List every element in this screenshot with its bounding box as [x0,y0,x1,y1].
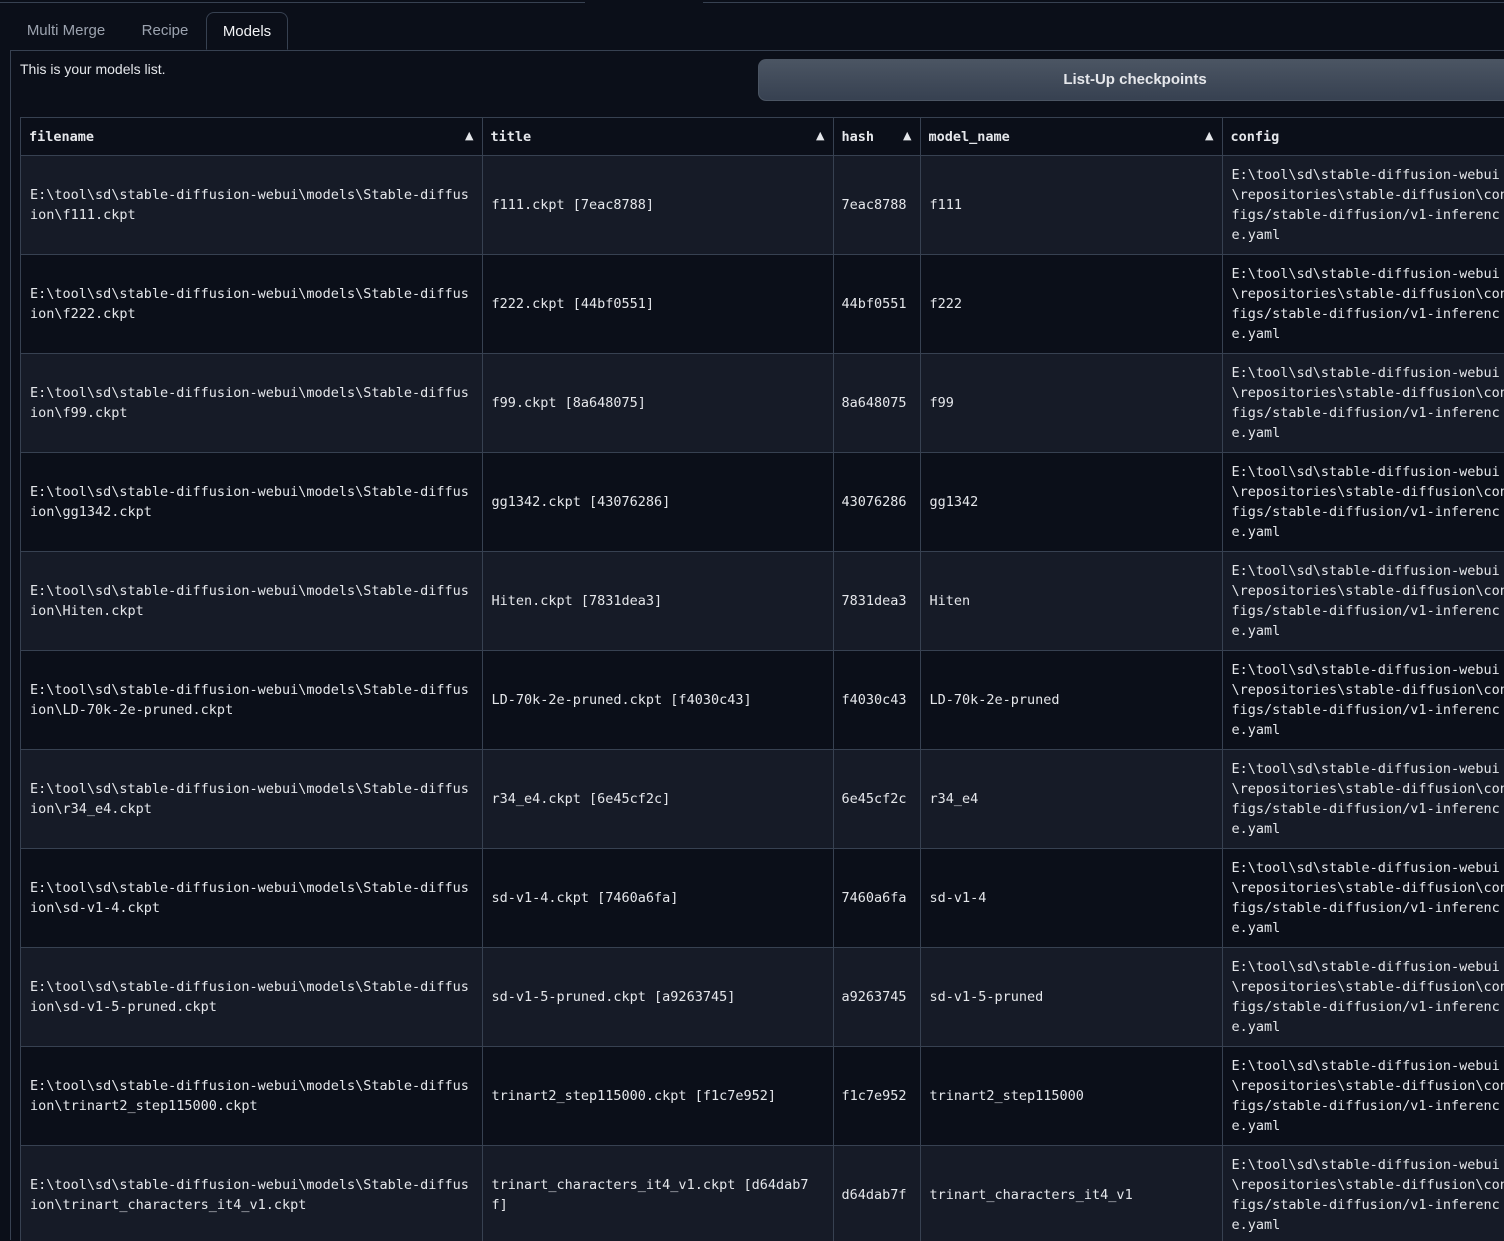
cell-config[interactable]: E:\tool\sd\stable-diffusion-webui\reposi… [1222,750,1504,849]
cell-filename[interactable]: E:\tool\sd\stable-diffusion-webui\models… [21,354,482,453]
cell-hash[interactable]: 7460a6fa [833,849,920,948]
cell-hash[interactable]: 44bf0551 [833,255,920,354]
column-header-label: title [491,129,532,145]
sort-ascending-icon: ▲ [903,129,911,142]
cell-filename[interactable]: E:\tool\sd\stable-diffusion-webui\models… [21,1146,482,1241]
cell-config[interactable]: E:\tool\sd\stable-diffusion-webui\reposi… [1222,255,1504,354]
cell-hash[interactable]: f4030c43 [833,651,920,750]
cell-title[interactable]: r34_e4.ckpt [6e45cf2c] [482,750,833,849]
table-row: E:\tool\sd\stable-diffusion-webui\models… [21,1146,1504,1241]
cell-hash[interactable]: a9263745 [833,948,920,1047]
cell-title[interactable]: LD-70k-2e-pruned.ckpt [f4030c43] [482,651,833,750]
cell-config[interactable]: E:\tool\sd\stable-diffusion-webui\reposi… [1222,948,1504,1047]
cell-model-name[interactable]: sd-v1-5-pruned [920,948,1222,1047]
column-header-title[interactable]: title ▲ [482,118,833,156]
cell-config[interactable]: E:\tool\sd\stable-diffusion-webui\reposi… [1222,1146,1504,1241]
table-row: E:\tool\sd\stable-diffusion-webui\models… [21,948,1504,1047]
cell-model-name[interactable]: gg1342 [920,453,1222,552]
cell-hash[interactable]: 8a648075 [833,354,920,453]
column-header-label: hash [842,129,875,145]
cell-filename[interactable]: E:\tool\sd\stable-diffusion-webui\models… [21,552,482,651]
cell-hash[interactable]: f1c7e952 [833,1047,920,1146]
cell-title[interactable]: sd-v1-5-pruned.ckpt [a9263745] [482,948,833,1047]
cell-model-name[interactable]: Hiten [920,552,1222,651]
top-divider-left [0,2,585,3]
cell-hash[interactable]: 6e45cf2c [833,750,920,849]
sort-ascending-icon: ▲ [1205,129,1213,142]
cell-config[interactable]: E:\tool\sd\stable-diffusion-webui\reposi… [1222,651,1504,750]
tab-bar: Multi Merge Recipe Models [10,12,1504,51]
column-header-hash[interactable]: hash ▲ [833,118,920,156]
cell-title[interactable]: trinart_characters_it4_v1.ckpt [d64dab7f… [482,1146,833,1241]
table-row: E:\tool\sd\stable-diffusion-webui\models… [21,1047,1504,1146]
cell-title[interactable]: f99.ckpt [8a648075] [482,354,833,453]
cell-config[interactable]: E:\tool\sd\stable-diffusion-webui\reposi… [1222,552,1504,651]
table-row: E:\tool\sd\stable-diffusion-webui\models… [21,255,1504,354]
column-header-config[interactable]: config ▲ [1222,118,1504,156]
sort-ascending-icon: ▲ [816,129,824,142]
cell-filename[interactable]: E:\tool\sd\stable-diffusion-webui\models… [21,255,482,354]
table-row: E:\tool\sd\stable-diffusion-webui\models… [21,750,1504,849]
cell-model-name[interactable]: f111 [920,156,1222,255]
cell-title[interactable]: f111.ckpt [7eac8788] [482,156,833,255]
column-header-model-name[interactable]: model_name ▲ [920,118,1222,156]
tab-recipe[interactable]: Recipe [128,12,202,50]
cell-model-name[interactable]: f222 [920,255,1222,354]
cell-hash[interactable]: 7eac8788 [833,156,920,255]
column-header-label: filename [29,129,94,145]
cell-filename[interactable]: E:\tool\sd\stable-diffusion-webui\models… [21,156,482,255]
cell-filename[interactable]: E:\tool\sd\stable-diffusion-webui\models… [21,1047,482,1146]
cell-hash[interactable]: d64dab7f [833,1146,920,1241]
cell-config[interactable]: E:\tool\sd\stable-diffusion-webui\reposi… [1222,849,1504,948]
sort-ascending-icon: ▲ [465,129,473,142]
table-row: E:\tool\sd\stable-diffusion-webui\models… [21,156,1504,255]
cell-filename[interactable]: E:\tool\sd\stable-diffusion-webui\models… [21,651,482,750]
table-row: E:\tool\sd\stable-diffusion-webui\models… [21,552,1504,651]
table-row: E:\tool\sd\stable-diffusion-webui\models… [21,354,1504,453]
cell-model-name[interactable]: r34_e4 [920,750,1222,849]
cell-hash[interactable]: 7831dea3 [833,552,920,651]
tab-multi-merge[interactable]: Multi Merge [18,12,114,50]
cell-filename[interactable]: E:\tool\sd\stable-diffusion-webui\models… [21,948,482,1047]
cell-model-name[interactable]: f99 [920,354,1222,453]
cell-model-name[interactable]: trinart_characters_it4_v1 [920,1146,1222,1241]
cell-filename[interactable]: E:\tool\sd\stable-diffusion-webui\models… [21,453,482,552]
column-header-filename[interactable]: filename ▲ [21,118,482,156]
column-header-label: config [1231,129,1280,145]
cell-config[interactable]: E:\tool\sd\stable-diffusion-webui\reposi… [1222,354,1504,453]
top-divider [0,0,1504,4]
cell-title[interactable]: Hiten.ckpt [7831dea3] [482,552,833,651]
table-header-row: filename ▲ title ▲ hash ▲ model_name ▲ c… [21,118,1504,156]
cell-hash[interactable]: 43076286 [833,453,920,552]
cell-model-name[interactable]: trinart2_step115000 [920,1047,1222,1146]
table-row: E:\tool\sd\stable-diffusion-webui\models… [21,849,1504,948]
cell-filename[interactable]: E:\tool\sd\stable-diffusion-webui\models… [21,750,482,849]
cell-model-name[interactable]: LD-70k-2e-pruned [920,651,1222,750]
intro-text: This is your models list. [20,61,165,77]
column-header-label: model_name [929,129,1010,145]
cell-filename[interactable]: E:\tool\sd\stable-diffusion-webui\models… [21,849,482,948]
table-row: E:\tool\sd\stable-diffusion-webui\models… [21,651,1504,750]
cell-config[interactable]: E:\tool\sd\stable-diffusion-webui\reposi… [1222,1047,1504,1146]
models-table: filename ▲ title ▲ hash ▲ model_name ▲ c… [21,118,1504,1241]
cell-config[interactable]: E:\tool\sd\stable-diffusion-webui\reposi… [1222,156,1504,255]
cell-config[interactable]: E:\tool\sd\stable-diffusion-webui\reposi… [1222,453,1504,552]
tab-models[interactable]: Models [206,12,288,50]
cell-model-name[interactable]: sd-v1-4 [920,849,1222,948]
table-row: E:\tool\sd\stable-diffusion-webui\models… [21,453,1504,552]
cell-title[interactable]: sd-v1-4.ckpt [7460a6fa] [482,849,833,948]
top-divider-right [703,2,1504,3]
cell-title[interactable]: f222.ckpt [44bf0551] [482,255,833,354]
models-table-container[interactable]: filename ▲ title ▲ hash ▲ model_name ▲ c… [20,117,1504,1241]
list-up-checkpoints-button[interactable]: List-Up checkpoints [758,59,1504,101]
cell-title[interactable]: gg1342.ckpt [43076286] [482,453,833,552]
cell-title[interactable]: trinart2_step115000.ckpt [f1c7e952] [482,1047,833,1146]
